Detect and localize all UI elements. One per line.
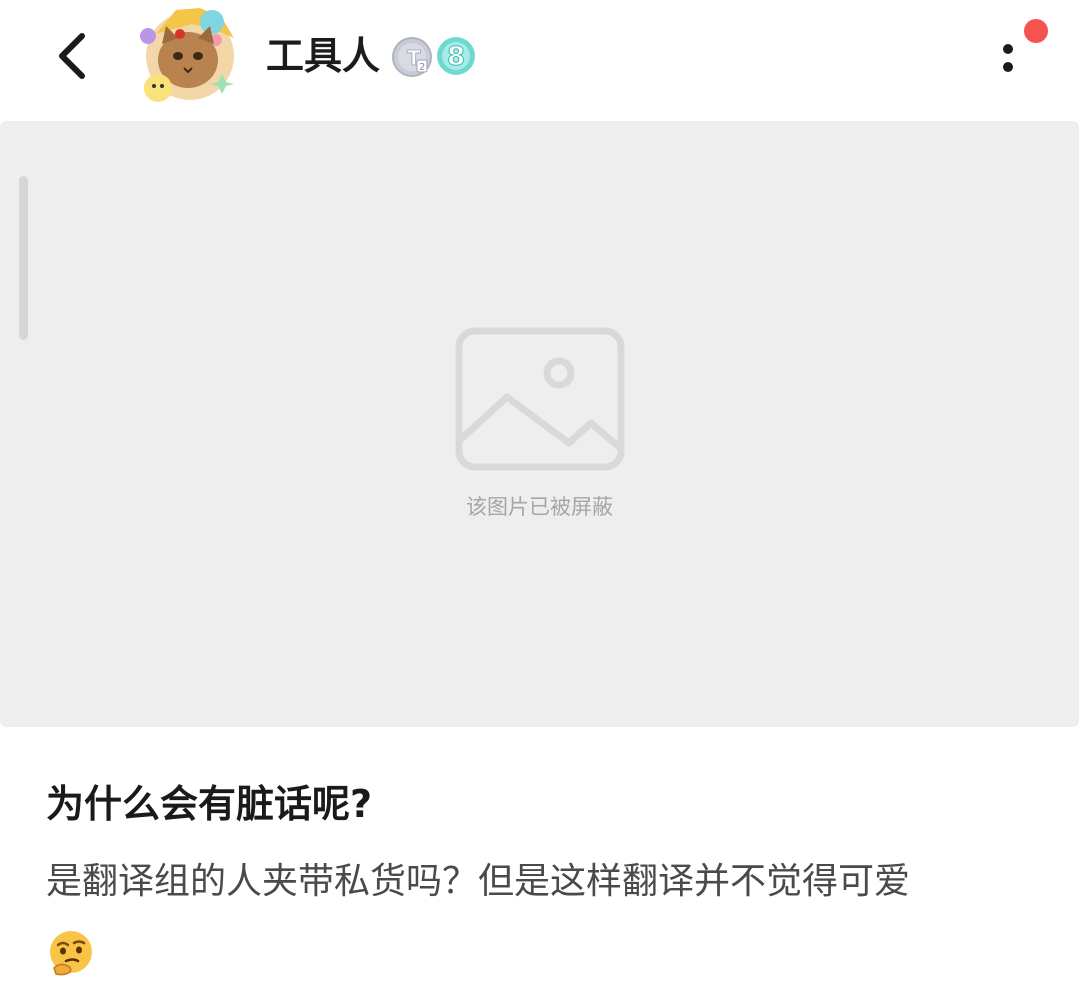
post-title: 为什么会有脏话呢?	[46, 782, 373, 826]
image-placeholder-icon	[455, 327, 625, 471]
username[interactable]: 工具人	[266, 30, 380, 82]
thinking-emoji-icon	[46, 928, 96, 978]
svg-text:8: 8	[447, 42, 465, 72]
notification-dot	[1024, 19, 1048, 43]
top-bar: 工具人 T 2 8	[0, 0, 1079, 118]
more-options-button[interactable]	[990, 38, 1026, 82]
more-icon	[1003, 44, 1013, 72]
back-button[interactable]	[52, 30, 92, 82]
back-arrow-icon	[59, 33, 85, 79]
blocked-image-text: 该图片已被屏蔽	[466, 495, 613, 519]
level-badge-icon: 8	[434, 34, 478, 78]
post-body: 是翻译组的人夹带私货吗？但是这样翻译并不觉得可爱	[46, 861, 911, 902]
scroll-indicator	[19, 176, 28, 340]
avatar[interactable]	[136, 4, 244, 108]
tier-badge-icon: T 2	[390, 35, 434, 79]
svg-text:2: 2	[419, 62, 425, 73]
